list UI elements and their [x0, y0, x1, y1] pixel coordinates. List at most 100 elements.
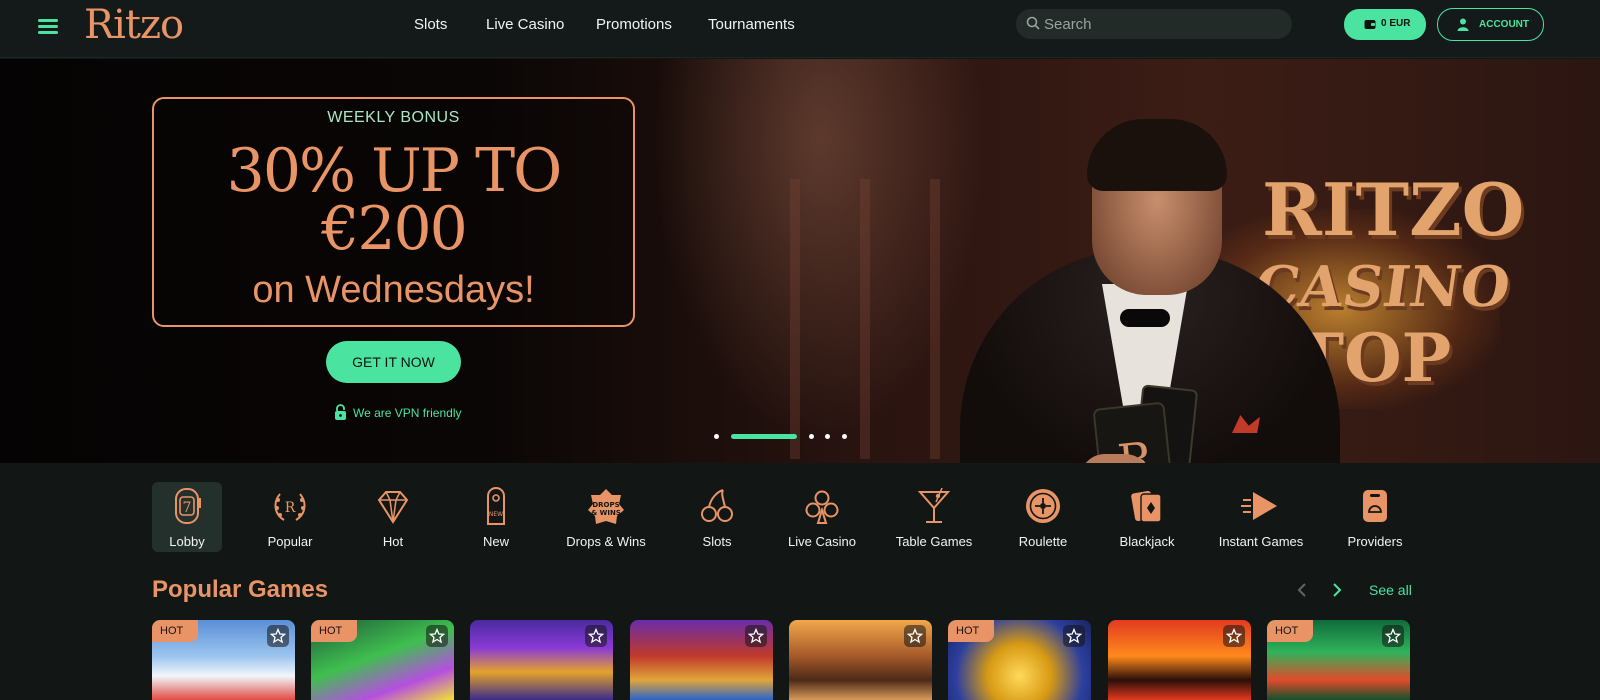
play-arrow-icon: [1215, 486, 1307, 528]
cards-icon: [1101, 486, 1193, 528]
hero-column: [930, 179, 940, 459]
nav-slots[interactable]: Slots: [414, 16, 447, 33]
game-tile[interactable]: [630, 620, 773, 700]
game-tile[interactable]: HOT: [152, 620, 295, 700]
drops-wins-icon: DROPS & WINS: [560, 486, 652, 528]
category-blackjack[interactable]: Blackjack: [1101, 482, 1193, 552]
promo-box: WEEKLY BONUS 30% UP TO €200 on Wednesday…: [152, 97, 635, 327]
club-icon: [776, 486, 868, 528]
slider-dot[interactable]: [714, 434, 719, 439]
laurel-icon: R: [244, 486, 336, 528]
chevron-left-icon[interactable]: [1293, 580, 1313, 600]
game-tile[interactable]: HOT: [1267, 620, 1410, 700]
hot-badge: HOT: [311, 620, 357, 642]
site-logo[interactable]: Ritzo: [84, 2, 184, 48]
slider-dot[interactable]: [825, 434, 830, 439]
promo-tagline: on Wednesdays!: [252, 269, 535, 311]
favorite-star-icon[interactable]: [585, 625, 607, 647]
category-hot[interactable]: Hot: [347, 482, 439, 552]
favorite-star-icon[interactable]: [1063, 625, 1085, 647]
account-button[interactable]: ACCOUNT: [1437, 8, 1544, 41]
svg-text:& WINS: & WINS: [591, 509, 621, 517]
category-instant-games[interactable]: Instant Games: [1215, 482, 1307, 552]
category-label: Providers: [1347, 534, 1403, 549]
category-label: Live Casino: [788, 534, 856, 549]
cocktail-icon: [888, 486, 980, 528]
category-label: Slots: [702, 534, 732, 549]
balance-label: 0 EUR: [1381, 18, 1411, 29]
favorite-star-icon[interactable]: [1382, 625, 1404, 647]
hot-badge: HOT: [1267, 620, 1313, 642]
favorite-star-icon[interactable]: [904, 625, 926, 647]
svg-text:7: 7: [183, 500, 192, 516]
category-label: Roulette: [1018, 534, 1068, 549]
category-label: Table Games: [895, 534, 973, 549]
slider-dot[interactable]: [809, 434, 814, 439]
nav-live-casino[interactable]: Live Casino: [486, 16, 564, 33]
svg-text:R: R: [285, 500, 296, 516]
promo-headline-2: €200: [321, 194, 468, 264]
hot-badge-label: HOT: [956, 625, 980, 637]
category-live-casino[interactable]: Live Casino: [776, 482, 868, 552]
hero-background-architecture: [640, 59, 1000, 463]
hero-man-hair: [1087, 119, 1227, 191]
favorite-star-icon[interactable]: [267, 625, 289, 647]
category-new[interactable]: NEW New: [450, 482, 542, 552]
hero-column: [790, 179, 800, 459]
category-roulette[interactable]: Roulette: [997, 482, 1089, 552]
category-label: New: [482, 534, 509, 549]
wallet-icon: [1364, 20, 1376, 29]
hero-man-bowtie: [1120, 309, 1170, 327]
game-tile[interactable]: HOT: [948, 620, 1091, 700]
svg-text:DROPS: DROPS: [592, 501, 619, 509]
favorite-star-icon[interactable]: [426, 625, 448, 647]
game-tile[interactable]: [470, 620, 613, 700]
roulette-icon: [997, 486, 1089, 528]
category-providers[interactable]: Providers: [1329, 482, 1421, 552]
favorite-star-icon[interactable]: [745, 625, 767, 647]
section-title: Popular Games: [152, 576, 329, 603]
slot-seven-icon: 7: [152, 486, 222, 528]
game-tile[interactable]: HOT: [311, 620, 454, 700]
category-label: Popular: [267, 534, 313, 549]
door-tag-icon: NEW: [450, 486, 542, 528]
diamond-icon: [347, 486, 439, 528]
category-label: Blackjack: [1119, 534, 1175, 549]
vpn-text: We are VPN friendly: [353, 406, 462, 420]
category-label: Lobby: [169, 534, 205, 549]
lock-icon: [335, 404, 346, 420]
category-lobby[interactable]: 7 Lobby: [152, 482, 222, 552]
get-it-now-button[interactable]: GET IT NOW: [326, 341, 461, 383]
top-header: Ritzo Slots Live Casino Promotions Tourn…: [0, 0, 1600, 58]
favorite-star-icon[interactable]: [1223, 625, 1245, 647]
search-icon: [1026, 16, 1040, 30]
nav-promotions[interactable]: Promotions: [596, 16, 672, 33]
category-label: Hot: [382, 534, 404, 549]
slider-dot-active[interactable]: [731, 434, 797, 439]
cherry-icon: [671, 486, 763, 528]
search-input[interactable]: [1044, 9, 1284, 39]
hero-sign-ritzo: RITZO: [1262, 167, 1525, 252]
category-slots[interactable]: Slots: [671, 482, 763, 552]
game-tile[interactable]: [1108, 620, 1251, 700]
category-label: Drops & Wins: [566, 534, 646, 549]
svg-text:NEW: NEW: [489, 511, 503, 518]
wallet-button[interactable]: 0 EUR: [1344, 9, 1426, 40]
hot-badge-label: HOT: [1275, 625, 1299, 637]
game-tile[interactable]: [789, 620, 932, 700]
see-all-link[interactable]: See all: [1369, 582, 1412, 598]
hot-badge-label: HOT: [160, 625, 184, 637]
hot-badge: HOT: [152, 620, 198, 642]
account-label: ACCOUNT: [1479, 19, 1529, 30]
category-table-games[interactable]: Table Games: [888, 482, 980, 552]
hero-column: [860, 179, 870, 459]
category-drops-wins[interactable]: DROPS & WINS Drops & Wins: [560, 482, 652, 552]
promo-subtitle: WEEKLY BONUS: [327, 109, 460, 126]
slider-dot[interactable]: [842, 434, 847, 439]
nav-tournaments[interactable]: Tournaments: [708, 16, 795, 33]
menu-icon[interactable]: [38, 16, 60, 34]
category-popular[interactable]: R Popular: [244, 482, 336, 552]
user-icon: [1457, 18, 1469, 31]
hot-badge: HOT: [948, 620, 994, 642]
chevron-right-icon[interactable]: [1326, 580, 1346, 600]
